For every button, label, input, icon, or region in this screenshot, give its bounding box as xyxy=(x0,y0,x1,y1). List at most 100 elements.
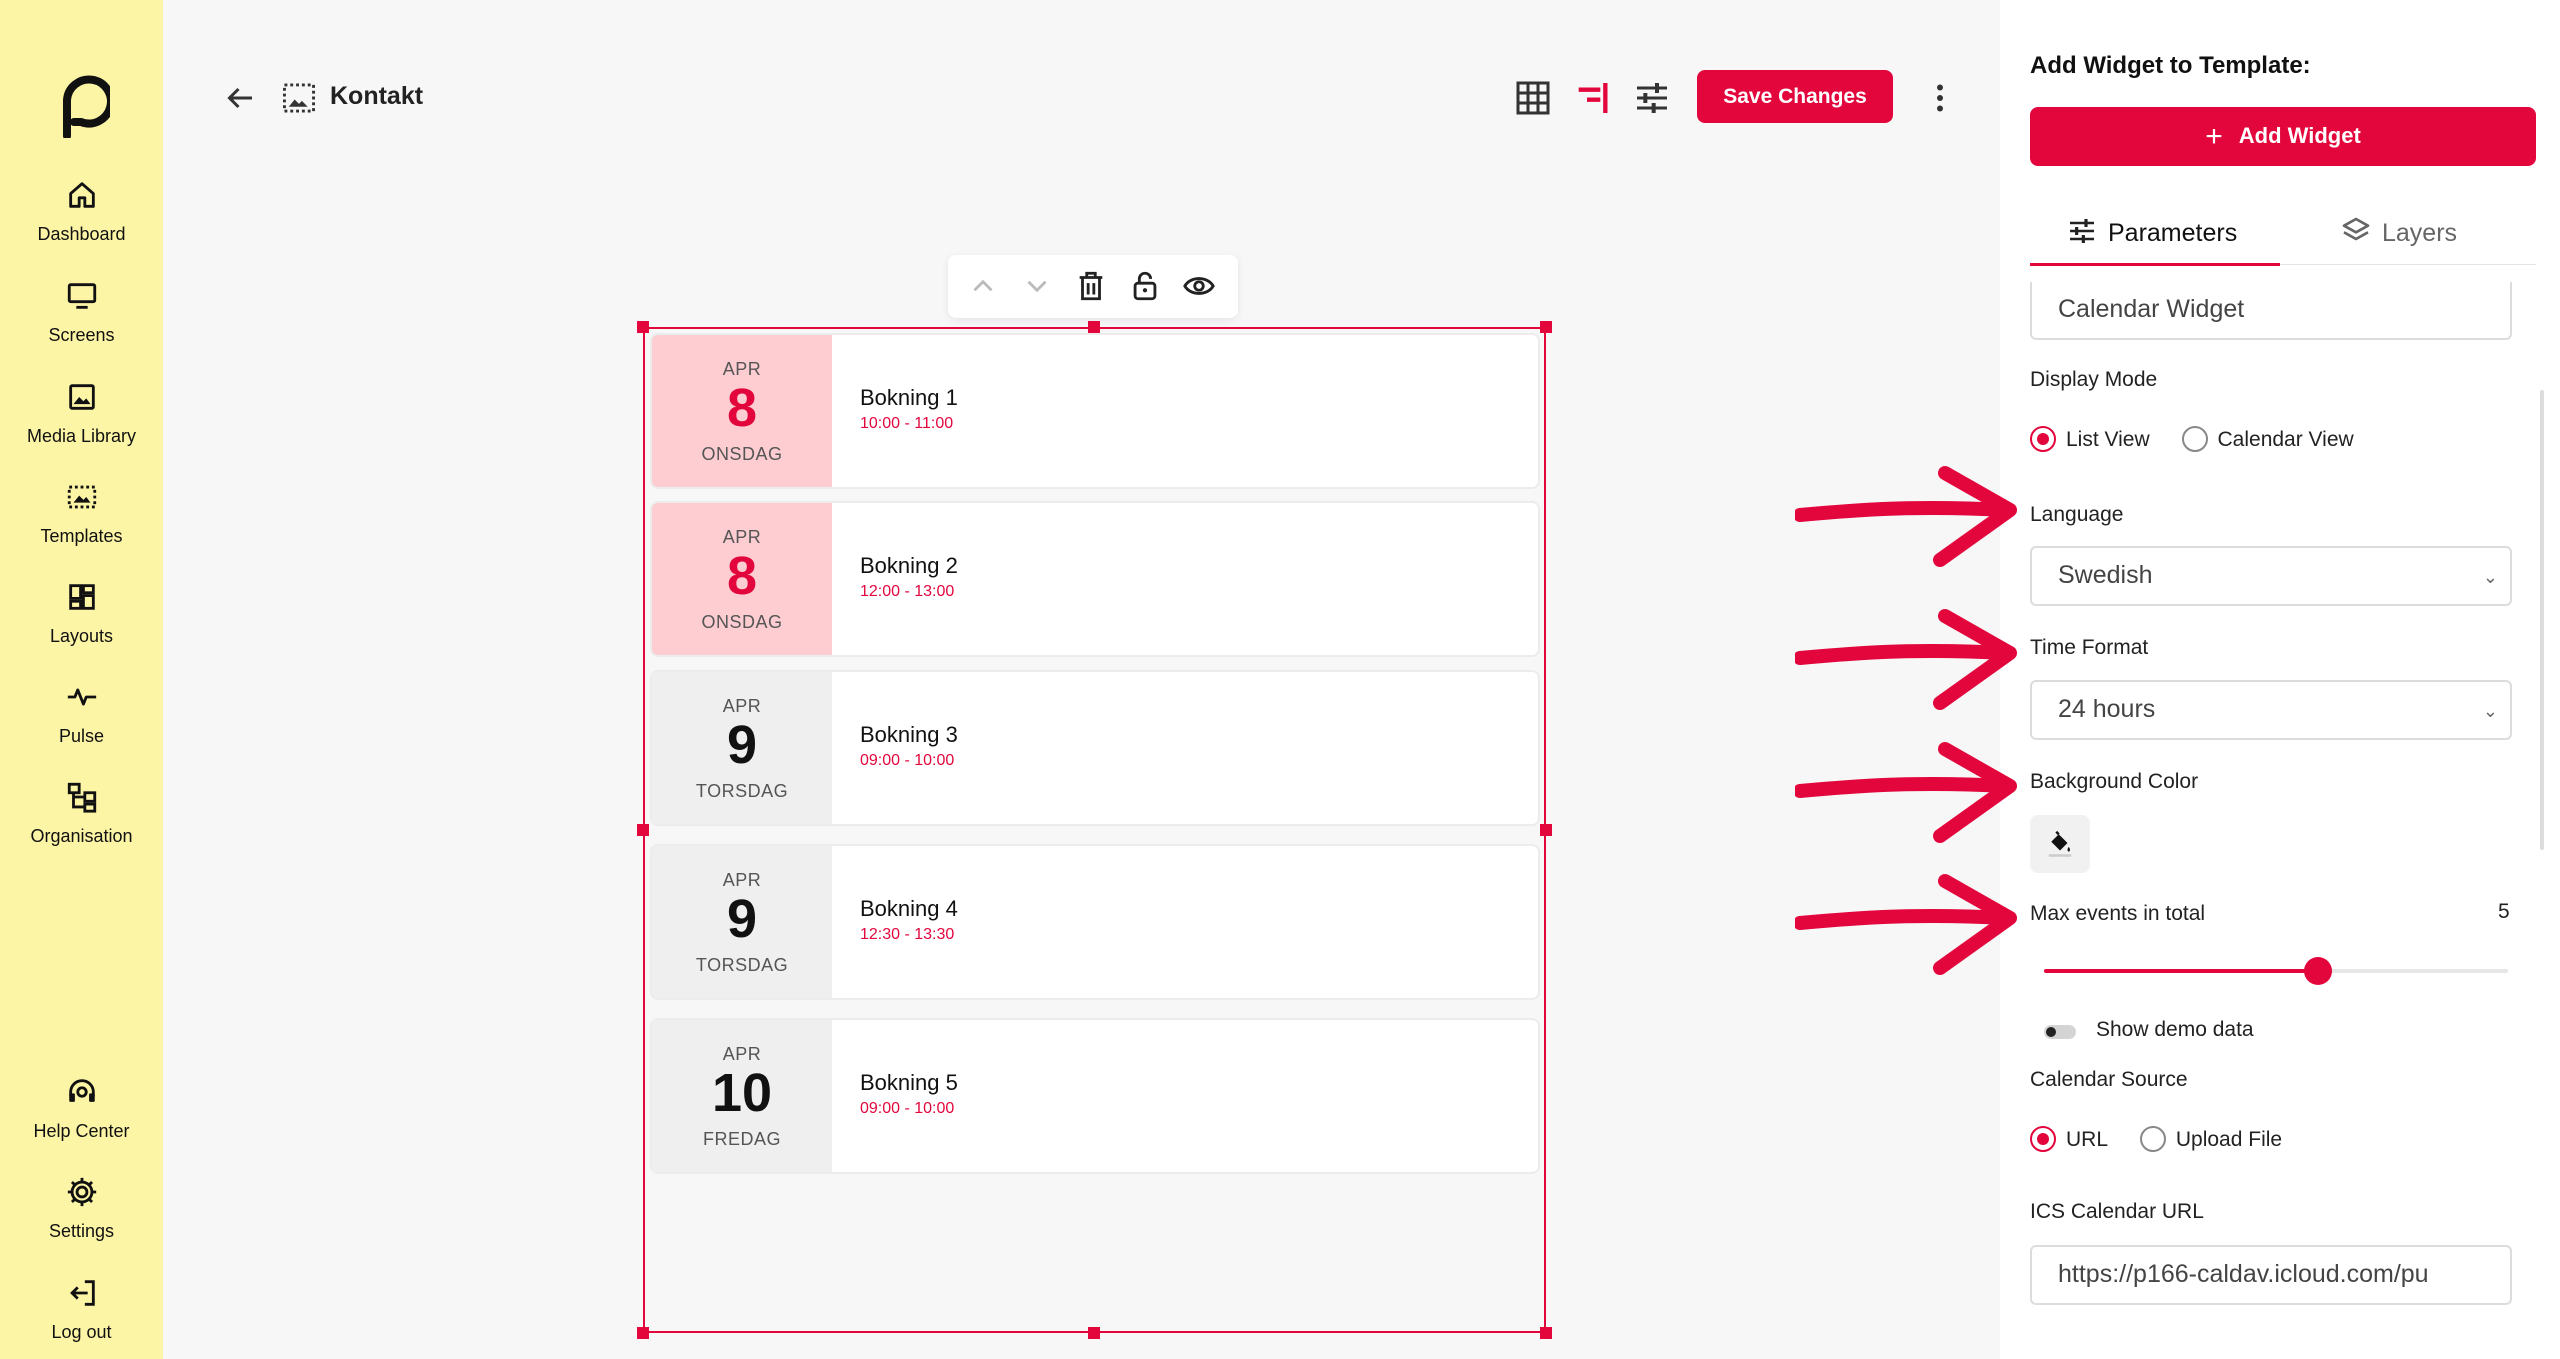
chevron-up-icon[interactable] xyxy=(966,269,1000,303)
sidebar-item-label: Pulse xyxy=(58,726,105,746)
sidebar-item-screens[interactable]: Screens xyxy=(0,279,163,346)
option-label: Upload File xyxy=(2175,1128,2283,1151)
upload-file-option[interactable]: Upload File xyxy=(2139,1126,2283,1152)
logo-icon[interactable] xyxy=(52,70,110,138)
eye-icon[interactable] xyxy=(1182,269,1216,303)
option-label: List View xyxy=(2066,428,2150,451)
time-format-value: 24 hours xyxy=(2058,695,2156,723)
image-icon xyxy=(68,384,95,410)
calendar-event[interactable]: APR 8 ONSDAG Bokning 2 12:00 - 13:00 xyxy=(650,501,1540,657)
grid-icon[interactable] xyxy=(1513,78,1553,118)
list-view-option[interactable]: List View xyxy=(2030,426,2150,452)
tab-parameters[interactable]: Parameters xyxy=(2030,215,2280,267)
calendar-event[interactable]: APR 9 TORSDAG Bokning 3 09:00 - 10:00 xyxy=(650,670,1540,826)
sidebar-item-logout[interactable]: Log out xyxy=(0,1276,163,1343)
chevron-down-icon[interactable] xyxy=(1020,269,1054,303)
trash-icon[interactable] xyxy=(1074,269,1108,303)
calendar-event[interactable]: APR 8 ONSDAG Bokning 1 10:00 - 11:00 xyxy=(650,333,1540,489)
event-day: 8 xyxy=(726,378,758,438)
annotation-arrow-icon xyxy=(1795,742,2017,843)
resize-handle[interactable] xyxy=(637,321,649,333)
resize-handle[interactable] xyxy=(1088,1327,1100,1339)
event-time: 09:00 - 10:00 xyxy=(860,1100,955,1117)
event-title: Bokning 5 xyxy=(860,1070,958,1095)
background-color-button[interactable] xyxy=(2030,815,2090,873)
sidebar-item-dashboard[interactable]: Dashboard xyxy=(0,178,163,245)
ics-url-label: ICS Calendar URL xyxy=(2030,1200,2204,1223)
sidebar-item-settings[interactable]: Settings xyxy=(0,1175,163,1242)
sidebar-item-label: Log out xyxy=(51,1322,112,1342)
event-date: APR 9 TORSDAG xyxy=(652,672,832,824)
headset-icon xyxy=(68,1079,95,1102)
demo-data-toggle[interactable] xyxy=(2044,1025,2076,1039)
annotation-arrow-icon xyxy=(1795,874,2017,975)
option-label: Calendar View xyxy=(2217,428,2354,451)
align-right-icon[interactable] xyxy=(1572,78,1612,118)
language-select[interactable]: Swedish ⌄ xyxy=(2030,546,2512,606)
demo-data-label: Show demo data xyxy=(2096,1018,2254,1041)
lock-icon[interactable] xyxy=(1128,269,1162,303)
radio-list-view[interactable] xyxy=(2030,426,2056,452)
home-icon xyxy=(68,182,95,208)
radio-upload-file[interactable] xyxy=(2139,1126,2166,1152)
annotation-arrow-icon xyxy=(1795,609,2017,710)
display-mode-label: Display Mode xyxy=(2030,368,2158,391)
sidebar-item-label: Templates xyxy=(40,526,123,546)
tab-layers[interactable]: Layers xyxy=(2340,215,2540,267)
active-tab-indicator xyxy=(2030,263,2280,266)
plus-icon: + xyxy=(2205,119,2223,153)
sidebar-item-help-center[interactable]: Help Center xyxy=(0,1075,163,1142)
sidebar-item-label: Settings xyxy=(48,1221,115,1241)
calendar-event[interactable]: APR 10 FREDAG Bokning 5 09:00 - 10:00 xyxy=(650,1018,1540,1174)
option-label: URL xyxy=(2066,1128,2109,1151)
display-mode-options: List View Calendar View xyxy=(2030,426,2380,452)
resize-handle[interactable] xyxy=(1088,321,1100,333)
sliders-icon[interactable] xyxy=(1632,78,1672,118)
event-title: Bokning 1 xyxy=(860,385,958,410)
add-widget-button[interactable]: + Add Widget xyxy=(2030,107,2536,166)
widget-name-input[interactable]: Calendar Widget xyxy=(2030,282,2512,340)
save-button[interactable]: Save Changes xyxy=(1697,70,1893,123)
panel-heading: Add Widget to Template: xyxy=(2030,52,2311,79)
panel-scrollbar[interactable] xyxy=(2540,390,2544,850)
chevron-down-icon: ⌄ xyxy=(2482,701,2498,721)
event-day: 9 xyxy=(726,889,758,949)
slider-knob[interactable] xyxy=(2303,957,2332,985)
max-events-slider[interactable] xyxy=(2044,957,2508,985)
sliders-icon xyxy=(2070,219,2094,243)
calendar-view-option[interactable]: Calendar View xyxy=(2181,426,2354,452)
back-arrow-icon[interactable] xyxy=(222,80,258,116)
organisation-icon xyxy=(67,782,96,813)
event-title: Bokning 3 xyxy=(860,722,958,747)
event-weekday: TORSDAG xyxy=(695,781,789,801)
widget-toolbar xyxy=(948,255,1238,318)
resize-handle[interactable] xyxy=(637,1327,649,1339)
sidebar: Dashboard Screens Media Library Template… xyxy=(0,0,163,1359)
radio-url[interactable] xyxy=(2030,1126,2056,1152)
gear-icon xyxy=(67,1177,96,1207)
pulse-icon xyxy=(67,688,96,706)
sidebar-item-media-library[interactable]: Media Library xyxy=(0,380,163,447)
sidebar-item-layouts[interactable]: Layouts xyxy=(0,580,163,647)
event-date: APR 8 ONSDAG xyxy=(652,335,832,487)
ics-url-input[interactable]: https://p166-caldav.icloud.com/pu xyxy=(2030,1245,2512,1305)
page-title: Kontakt xyxy=(330,82,424,110)
resize-handle[interactable] xyxy=(1540,321,1552,333)
sidebar-item-pulse[interactable]: Pulse xyxy=(0,680,163,747)
tab-divider xyxy=(2280,264,2536,265)
resize-handle[interactable] xyxy=(637,824,649,836)
radio-calendar-view[interactable] xyxy=(2181,426,2208,452)
url-option[interactable]: URL xyxy=(2030,1126,2108,1152)
monitor-icon xyxy=(67,283,96,309)
resize-handle[interactable] xyxy=(1540,824,1552,836)
annotation-arrow-icon xyxy=(1795,466,2017,567)
more-vertical-icon[interactable] xyxy=(1922,80,1958,116)
calendar-event[interactable]: APR 9 TORSDAG Bokning 4 12:30 - 13:30 xyxy=(650,844,1540,1000)
sidebar-item-label: Screens xyxy=(48,325,115,345)
event-title: Bokning 2 xyxy=(860,553,958,578)
sidebar-item-organisation[interactable]: Organisation xyxy=(0,780,163,847)
event-month: APR xyxy=(722,696,762,716)
sidebar-item-templates[interactable]: Templates xyxy=(0,480,163,547)
resize-handle[interactable] xyxy=(1540,1327,1552,1339)
time-format-select[interactable]: 24 hours ⌄ xyxy=(2030,680,2512,740)
